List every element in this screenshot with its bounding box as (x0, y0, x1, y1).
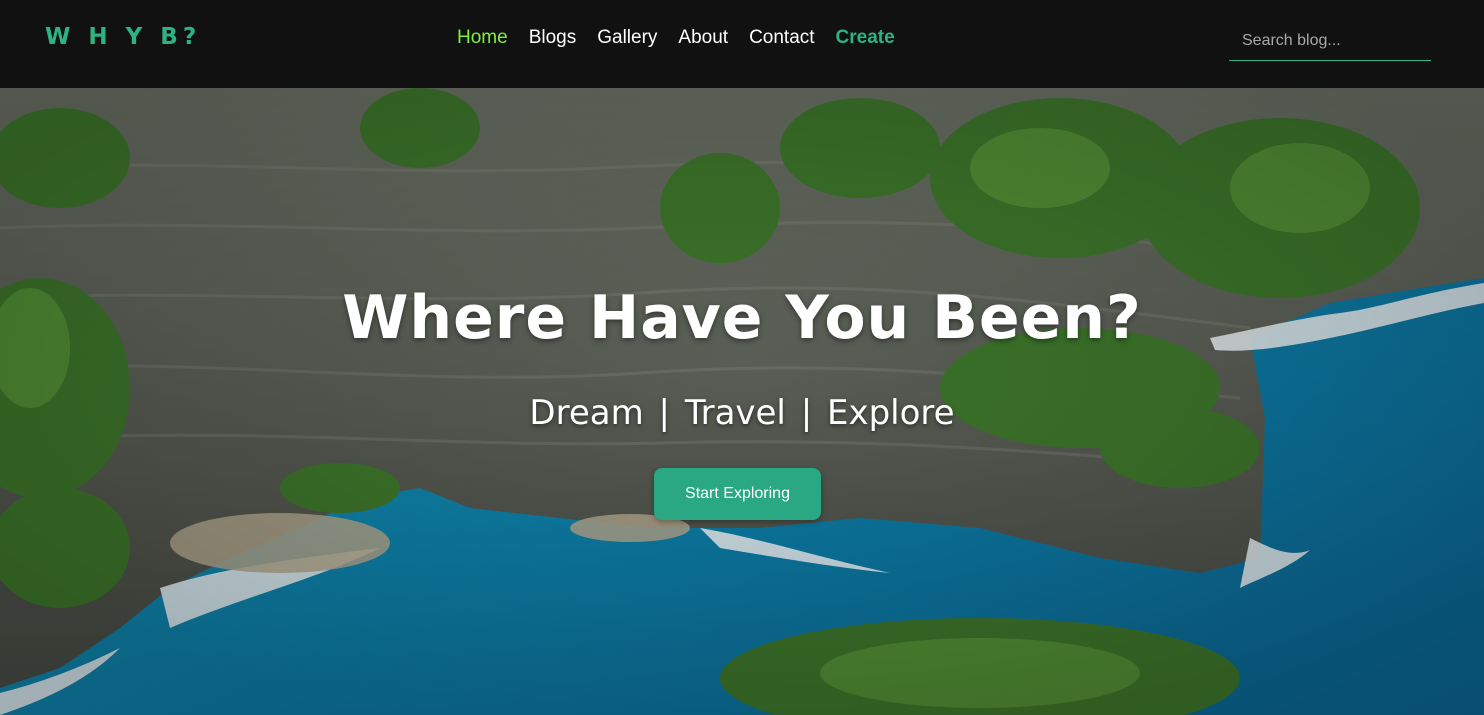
search-input[interactable] (1229, 22, 1431, 60)
tagline-separator: | (800, 393, 813, 433)
top-navbar: W H Y B? Home Blogs Gallery About Contac… (0, 0, 1484, 88)
brand-logo[interactable]: W H Y B? (45, 24, 201, 50)
nav-gallery-link[interactable]: Gallery (597, 26, 657, 50)
start-exploring-button[interactable]: Start Exploring (654, 468, 821, 520)
hero-tagline: Dream | Travel | Explore (0, 393, 1484, 433)
nav-about-link[interactable]: About (678, 26, 728, 50)
main-nav: Home Blogs Gallery About Contact Create (457, 26, 916, 50)
tagline-explore: Explore (826, 393, 955, 433)
tagline-separator: | (658, 393, 670, 433)
tagline-travel: Travel (684, 393, 786, 433)
tagline-dream: Dream (529, 393, 644, 433)
nav-create-link[interactable]: Create (836, 26, 895, 50)
hero-title: Where Have You Been? (342, 283, 1142, 353)
nav-contact-link[interactable]: Contact (749, 26, 814, 50)
nav-home-link[interactable]: Home (457, 26, 508, 50)
hero-section: Where Have You Been? Dream | Travel | Ex… (0, 88, 1484, 715)
search-box (1229, 22, 1431, 61)
nav-blogs-link[interactable]: Blogs (529, 26, 577, 50)
